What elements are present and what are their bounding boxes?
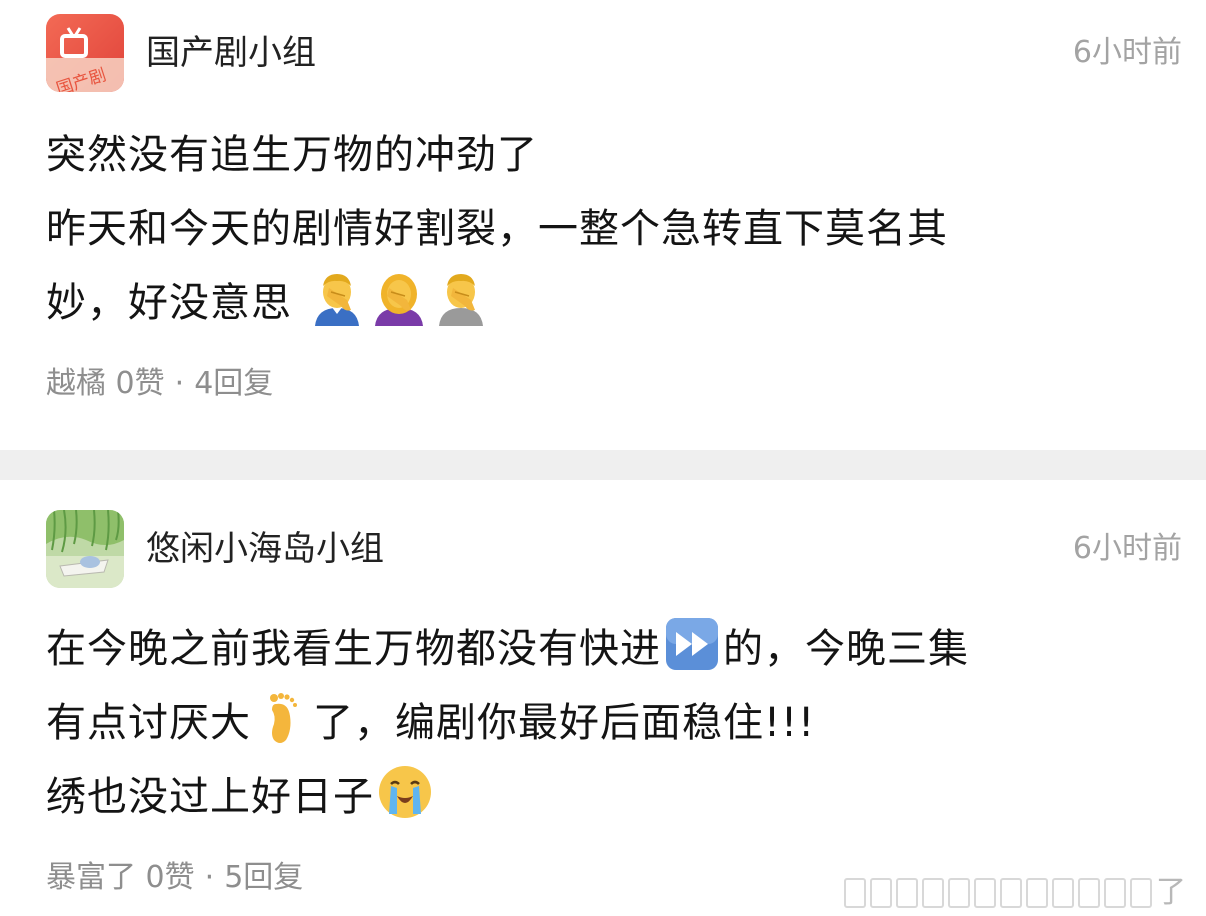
- person-facepalming-emoji: [438, 274, 483, 326]
- post-time: 6小时前: [1072, 531, 1182, 566]
- post-body-text: 有点讨厌大: [46, 700, 251, 746]
- post-divider: [0, 450, 1206, 480]
- post-time: 6小时前: [1072, 35, 1182, 70]
- post-body-line: 妙，好没意思: [46, 266, 1146, 340]
- like-count[interactable]: 0赞: [146, 860, 195, 895]
- group-name[interactable]: 国产剧小组: [146, 30, 316, 76]
- post-body-line: 昨天和今天的剧情好割裂，一整个急转直下莫名其: [46, 206, 948, 252]
- group-avatar-island[interactable]: [46, 510, 124, 588]
- tv-logo-icon: 国产剧: [46, 14, 124, 92]
- watermark-tail: 了: [1156, 875, 1186, 910]
- post-body-text: 的，今晚三集: [723, 626, 969, 672]
- post-body-text: 妙，好没意思: [46, 280, 292, 326]
- group-avatar-guochanju[interactable]: 国产剧: [46, 14, 124, 92]
- post-meta: 暴富了 0赞 · 5回复: [46, 858, 303, 898]
- reply-count[interactable]: 5回复: [224, 860, 303, 895]
- reply-count[interactable]: 4回复: [194, 366, 273, 401]
- fast-forward-emoji: [666, 618, 718, 670]
- man-facepalming-emoji: [314, 274, 359, 326]
- post-body-line: 突然没有追生万物的冲劲了: [46, 132, 538, 178]
- author-name[interactable]: 暴富了: [46, 860, 136, 895]
- post-body-text: 绣也没过上好日子: [46, 774, 374, 820]
- post-body-text: 在今晚之前我看生万物都没有快进: [46, 626, 661, 672]
- watermark: 了: [844, 878, 1186, 908]
- post-body-line: 有点讨厌大 了，编剧你最好后面稳住!!!: [46, 686, 1146, 760]
- post-body: 突然没有追生万物的冲劲了 昨天和今天的剧情好割裂，一整个急转直下莫名其 妙，好没…: [46, 118, 1146, 340]
- meta-separator: ·: [174, 366, 185, 401]
- post-body-text: 了，编剧你最好后面稳住!!!: [313, 700, 816, 746]
- island-boat-avatar-icon: [46, 510, 124, 588]
- author-name[interactable]: 越橘: [46, 366, 106, 401]
- post-body-line: 在今晚之前我看生万物都没有快进 的，今晚三集: [46, 612, 1146, 686]
- foot-emoji: [270, 693, 297, 743]
- post-body-line: 绣也没过上好日子: [46, 760, 1146, 834]
- post-card-2[interactable]: 悠闲小海岛小组 6小时前 在今晚之前我看生万物都没有快进 的，今晚三集 有点讨厌…: [0, 480, 1206, 916]
- woman-facepalming-emoji: [374, 274, 423, 326]
- group-name[interactable]: 悠闲小海岛小组: [146, 526, 384, 572]
- post-meta: 越橘 0赞 · 4回复: [46, 364, 273, 404]
- post-body: 在今晚之前我看生万物都没有快进 的，今晚三集 有点讨厌大 了，编剧你最好后面稳住…: [46, 612, 1146, 834]
- meta-separator: ·: [204, 860, 215, 895]
- post-card-1[interactable]: 国产剧 国产剧小组 6小时前 突然没有追生万物的冲劲了 昨天和今天的剧情好割裂，…: [0, 0, 1206, 450]
- like-count[interactable]: 0赞: [116, 366, 165, 401]
- loudly-crying-face-emoji: [379, 766, 431, 818]
